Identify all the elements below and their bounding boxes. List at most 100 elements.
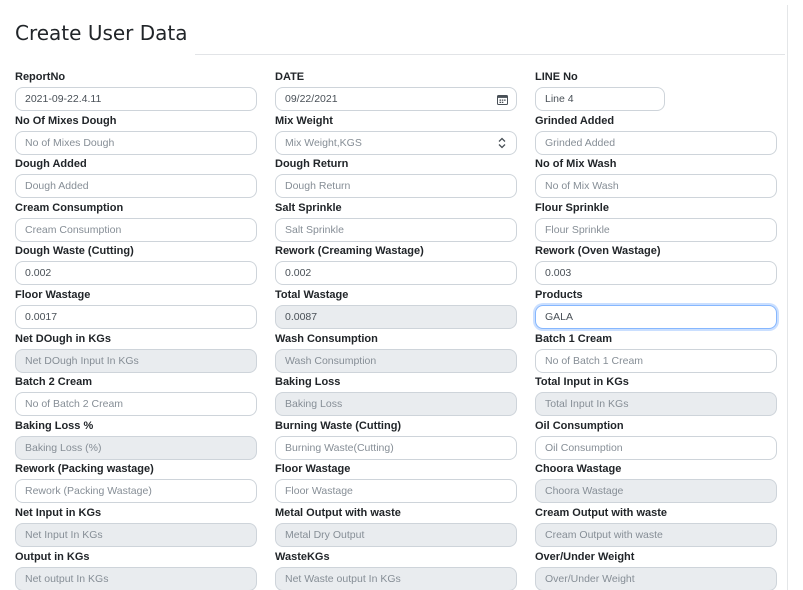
field-floor-wastage: Floor Wastage 0.0017 [15, 287, 275, 331]
floor-wastage-2-input[interactable]: Floor Wastage [275, 479, 517, 504]
batch-1-cream-input[interactable]: No of Batch 1 Cream [535, 348, 777, 373]
field-dough-waste-cutting: Dough Waste (Cutting) 0.002 [15, 243, 275, 287]
input-placeholder: Mix Weight,KGS [285, 136, 362, 149]
field-rework-packing-wastage: Rework (Packing wastage) Rework (Packing… [15, 461, 275, 505]
field-label: Burning Waste (Cutting) [275, 419, 402, 432]
input-placeholder: No of Mixes Dough [25, 136, 115, 149]
title-divider [195, 54, 785, 55]
cream-consumption-input[interactable]: Cream Consumption [15, 217, 257, 242]
net-input-in-kgs-input: Net Input In KGs [15, 522, 257, 547]
field-label: Cream Output with waste [535, 506, 668, 519]
baking-loss-percent-input: Baking Loss (%) [15, 435, 257, 460]
input-value: 0.002 [285, 267, 312, 280]
field-total-wastage: Total Wastage 0.0087 [275, 287, 535, 331]
field-output-in-kgs: Output in KGs Net output In KGs [15, 549, 275, 590]
oil-consumption-input[interactable]: Oil Consumption [535, 435, 777, 460]
input-placeholder: Rework (Packing Wastage) [25, 485, 152, 498]
input-placeholder: Oil Consumption [545, 441, 623, 454]
field-line-no: LINE No Line 4 [535, 69, 787, 113]
field-salt-sprinkle: Salt Sprinkle Salt Sprinkle [275, 200, 535, 244]
calendar-icon[interactable] [496, 93, 508, 105]
field-label: Floor Wastage [275, 463, 351, 476]
field-report-no: ReportNo 2021-09-22.4.11 [15, 69, 275, 113]
input-placeholder: Dough Return [285, 180, 351, 193]
flour-sprinkle-input[interactable]: Flour Sprinkle [535, 217, 777, 242]
input-placeholder: Flour Sprinkle [545, 223, 610, 236]
choora-wastage-input: Choora Wastage [535, 479, 777, 504]
field-label: Floor Wastage [15, 288, 91, 301]
field-label: LINE No [535, 71, 578, 83]
input-value: 09/22/2021 [285, 93, 338, 105]
field-label: Mix Weight [275, 114, 333, 127]
field-net-dough-in-kgs: Net DOugh in KGs Net DOugh Input In KGs [15, 331, 275, 375]
field-label: No Of Mixes Dough [15, 114, 117, 127]
create-user-data-form: Create User Data ReportNo 2021-09-22.4.1… [5, 5, 788, 590]
field-label: Cream Consumption [15, 201, 124, 214]
field-label: Products [535, 288, 583, 301]
rework-creaming-wastage-input[interactable]: 0.002 [275, 261, 517, 286]
batch-2-cream-input[interactable]: No of Batch 2 Cream [15, 392, 257, 417]
field-metal-output-with-waste: Metal Output with waste Metal Dry Output [275, 505, 535, 549]
field-label: Rework (Packing wastage) [15, 463, 154, 476]
field-label: Metal Output with waste [275, 506, 401, 519]
field-wash-consumption: Wash Consumption Wash Consumption [275, 331, 535, 375]
field-label: Baking Loss % [15, 419, 94, 432]
input-placeholder: Cream Output with waste [545, 528, 663, 541]
input-placeholder: Cream Consumption [25, 223, 122, 236]
field-no-of-mixes-dough: No Of Mixes Dough No of Mixes Dough [15, 113, 275, 157]
input-placeholder: Baking Loss [285, 398, 343, 411]
spinner-icon[interactable] [496, 137, 508, 149]
field-label: Total Wastage [275, 288, 349, 301]
burning-waste-cutting-input[interactable]: Burning Waste(Cutting) [275, 435, 517, 460]
products-input[interactable]: GALA [535, 304, 777, 329]
input-placeholder: Grinded Added [545, 136, 616, 149]
dough-waste-cutting-input[interactable]: 0.002 [15, 261, 257, 286]
input-placeholder: Dough Added [25, 180, 89, 193]
field-batch-2-cream: Batch 2 Cream No of Batch 2 Cream [15, 374, 275, 418]
dough-added-input[interactable]: Dough Added [15, 174, 257, 199]
net-dough-in-kgs-input: Net DOugh Input In KGs [15, 348, 257, 373]
field-label: ReportNo [15, 71, 66, 83]
mix-weight-input[interactable]: Mix Weight,KGS [275, 130, 517, 155]
floor-wastage-input[interactable]: 0.0017 [15, 304, 257, 329]
field-choora-wastage: Choora Wastage Choora Wastage [535, 461, 787, 505]
field-oil-consumption: Oil Consumption Oil Consumption [535, 418, 787, 462]
field-flour-sprinkle: Flour Sprinkle Flour Sprinkle [535, 200, 787, 244]
no-of-mixes-dough-input[interactable]: No of Mixes Dough [15, 130, 257, 155]
field-label: Dough Waste (Cutting) [15, 245, 134, 258]
rework-packing-wastage-input[interactable]: Rework (Packing Wastage) [15, 479, 257, 504]
date-input[interactable]: 09/22/2021 [275, 87, 517, 111]
field-baking-loss-percent: Baking Loss % Baking Loss (%) [15, 418, 275, 462]
input-placeholder: No of Mix Wash [545, 180, 619, 193]
field-label: Oil Consumption [535, 419, 624, 432]
input-value: 0.002 [25, 267, 52, 280]
field-dough-return: Dough Return Dough Return [275, 156, 535, 200]
waste-kgs-input: Net Waste output In KGs [275, 566, 517, 590]
field-net-input-in-kgs: Net Input in KGs Net Input In KGs [15, 505, 275, 549]
input-placeholder: Wash Consumption [285, 354, 377, 367]
field-date: DATE 09/22/2021 [275, 69, 535, 113]
report-no-input[interactable]: 2021-09-22.4.11 [15, 87, 257, 111]
field-batch-1-cream: Batch 1 Cream No of Batch 1 Cream [535, 331, 787, 375]
form-grid: ReportNo 2021-09-22.4.11 DATE 09/22/2021… [15, 69, 787, 590]
field-label: Dough Return [275, 158, 349, 171]
input-placeholder: No of Batch 1 Cream [545, 354, 644, 367]
input-placeholder: Metal Dry Output [285, 528, 365, 541]
page-title: Create User Data [15, 21, 188, 45]
rework-oven-wastage-input[interactable]: 0.003 [535, 261, 777, 286]
no-of-mix-wash-input[interactable]: No of Mix Wash [535, 174, 777, 199]
input-placeholder: Floor Wastage [285, 485, 353, 498]
field-label: Baking Loss [275, 376, 341, 389]
field-label: Flour Sprinkle [535, 201, 609, 214]
input-placeholder: Baking Loss (%) [25, 441, 102, 454]
field-label: Batch 2 Cream [15, 376, 93, 389]
field-floor-wastage-2: Floor Wastage Floor Wastage [275, 461, 535, 505]
dough-return-input[interactable]: Dough Return [275, 174, 517, 199]
salt-sprinkle-input[interactable]: Salt Sprinkle [275, 217, 517, 242]
line-no-select[interactable]: Line 4 [535, 87, 665, 111]
total-input-in-kgs-input: Total Input In KGs [535, 392, 777, 417]
input-placeholder: Net output In KGs [25, 572, 109, 585]
grinded-added-input[interactable]: Grinded Added [535, 130, 777, 155]
over-under-weight-input: Over/Under Weight [535, 566, 777, 590]
field-label: Wash Consumption [275, 332, 378, 345]
